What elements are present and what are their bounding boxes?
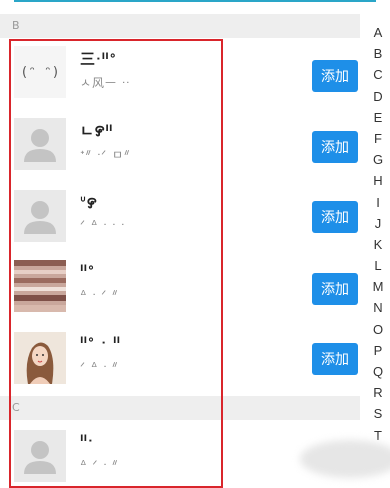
section-header-b: B [0, 14, 360, 38]
contact-name: 三ᐧᐦᐤ [80, 50, 117, 68]
index-letter-q[interactable]: Q [366, 361, 390, 382]
contact-name: ᐦᐤ ᐧ ᐦ [80, 334, 122, 352]
index-letter-b[interactable]: B [366, 43, 390, 64]
index-letter-f[interactable]: F [366, 128, 390, 149]
top-divider [14, 0, 376, 2]
index-letter-d[interactable]: D [366, 86, 390, 107]
index-letter-m[interactable]: M [366, 276, 390, 297]
add-contact-button[interactable]: 添加 [312, 273, 358, 305]
avatar: (ᵔ ᵔ) [14, 46, 66, 98]
contact-name: ᐡ꯸ [80, 194, 98, 212]
contact-subtitle: ㅅ风ㅡ ᐧᐧ [80, 76, 131, 90]
index-letter-g[interactable]: G [366, 149, 390, 170]
photo-avatar [14, 260, 66, 312]
contact-subtitle: ᐩᐥ ᐧᐟ ㅁᐥ [80, 148, 131, 162]
index-letter-r[interactable]: R [366, 382, 390, 403]
index-letter-l[interactable]: L [366, 255, 390, 276]
index-letter-p[interactable]: P [366, 340, 390, 361]
contact-row[interactable]: ᐦᐤ ᐧ ᐦ ᐟ ᐞ ᐧ ᐥ [0, 326, 360, 396]
contact-name: ᐦᐤ [80, 262, 95, 280]
alphabet-index[interactable]: A B C D E F G H I J K L M N O P Q R S T [366, 22, 390, 446]
index-letter-e[interactable]: E [366, 107, 390, 128]
contact-name: ᐦᐧ [80, 432, 94, 450]
index-letter-h[interactable]: H [366, 170, 390, 191]
add-contact-button[interactable]: 添加 [312, 131, 358, 163]
index-letter-i[interactable]: I [366, 192, 390, 213]
contact-subtitle: ᐟ ᐞ ᐧ ᐧ ᐧ [80, 218, 126, 232]
default-avatar-icon [14, 430, 66, 482]
contact-subtitle: ᐞ ᐧ ᐟ ᐥ [80, 288, 119, 302]
section-header-c: C [0, 396, 360, 420]
contact-subtitle: ᐟ ᐞ ᐧ ᐥ [80, 360, 119, 374]
contact-row[interactable]: ㄴ꯸ᐦ ᐩᐥ ᐧᐟ ㅁᐥ [0, 112, 360, 182]
contact-row[interactable]: (ᵔ ᵔ) 三ᐧᐦᐤ ㅅ风ㅡ ᐧᐧ [0, 40, 360, 110]
contact-row[interactable]: ᐦᐤ ᐞ ᐧ ᐟ ᐥ [0, 254, 360, 324]
index-letter-n[interactable]: N [366, 297, 390, 318]
index-letter-s[interactable]: S [366, 403, 390, 424]
add-contact-button[interactable]: 添加 [312, 343, 358, 375]
index-letter-k[interactable]: K [366, 234, 390, 255]
index-letter-a[interactable]: A [366, 22, 390, 43]
default-avatar-icon [14, 190, 66, 242]
add-contact-button[interactable]: 添加 [312, 60, 358, 92]
default-avatar-icon [14, 118, 66, 170]
photo-avatar [14, 332, 66, 384]
index-letter-c[interactable]: C [366, 64, 390, 85]
floating-button-shadow [300, 440, 390, 478]
contact-name: ㄴ꯸ᐦ [80, 122, 114, 140]
add-contact-button[interactable]: 添加 [312, 201, 358, 233]
index-letter-j[interactable]: J [366, 213, 390, 234]
contact-row[interactable]: ᐡ꯸ ᐟ ᐞ ᐧ ᐧ ᐧ [0, 184, 360, 254]
contact-subtitle: ᐞ ᐟ ᐧ ᐥ [80, 458, 119, 472]
index-letter-o[interactable]: O [366, 319, 390, 340]
contacts-screen: B (ᵔ ᵔ) 三ᐧᐦᐤ ㅅ风ㅡ ᐧᐧ 添加 ㄴ꯸ᐦ ᐩᐥ ᐧᐟ ㅁᐥ 添加 ᐡ… [0, 0, 390, 488]
